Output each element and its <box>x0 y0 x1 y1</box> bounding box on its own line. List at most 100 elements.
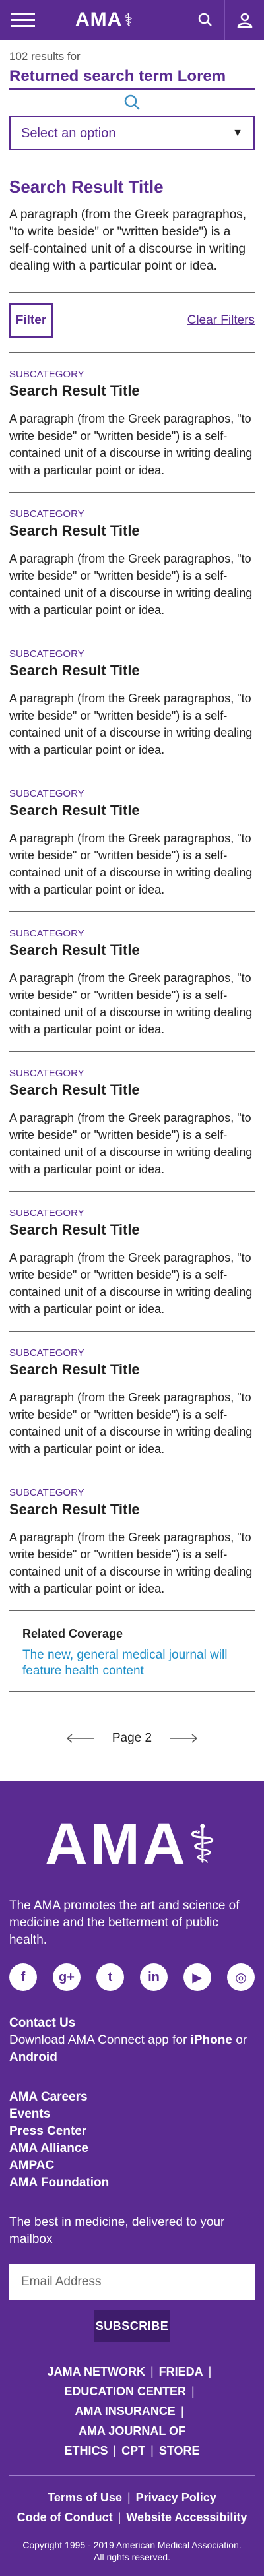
results-count: 102 results for <box>9 50 81 63</box>
list-item: SUBCATEGORY Search Result Title A paragr… <box>9 632 255 772</box>
facebook-icon[interactable]: f <box>9 1963 37 1991</box>
app-download-prefix: Download AMA Connect app for <box>9 2033 191 2047</box>
footer-link-alliance[interactable]: AMA Alliance <box>9 2140 255 2157</box>
legal-links: Terms of Use | Privacy Policy Code of Cond… <box>9 2488 255 2527</box>
user-icon <box>237 13 252 28</box>
google-plus-icon[interactable]: g+ <box>53 1963 81 1991</box>
related-coverage: Related Coverage The new, general medica… <box>9 1627 255 1692</box>
search-icon <box>198 13 212 26</box>
footer-link-press-center[interactable]: Press Center <box>9 2123 255 2140</box>
legal-row: Code of Conduct | Website Accessibility <box>9 2507 255 2527</box>
list-item: SUBCATEGORY Search Result Title A paragr… <box>9 1471 255 1611</box>
ama-logo[interactable]: AMA ⚕ <box>75 9 133 31</box>
filter-button[interactable]: Filter <box>9 303 53 338</box>
separator: | <box>180 2405 184 2418</box>
publication-row: AMA JOURNAL OF ETHICS | CPT | STORE <box>9 2421 255 2461</box>
header-account-button[interactable] <box>224 0 264 40</box>
results-list: SUBCATEGORY Search Result Title A paragr… <box>0 353 264 1611</box>
caret-down-icon: ▼ <box>232 127 243 138</box>
result-title[interactable]: Search Result Title <box>9 1082 255 1099</box>
result-subcategory[interactable]: SUBCATEGORY <box>9 1347 255 1359</box>
iphone-link[interactable]: iPhone <box>191 2033 232 2047</box>
result-title[interactable]: Search Result Title <box>9 1501 255 1518</box>
pub-link-store[interactable]: STORE <box>159 2444 200 2457</box>
related-coverage-label: Related Coverage <box>22 1627 123 1640</box>
list-item: SUBCATEGORY Search Result Title A paragr… <box>9 912 255 1052</box>
separator: | <box>117 2511 121 2524</box>
hamburger-icon[interactable] <box>9 0 37 40</box>
arrow-left-icon[interactable] <box>66 1734 95 1743</box>
pub-link-education-center[interactable]: EDUCATION CENTER <box>64 2385 186 2398</box>
youtube-icon[interactable]: ▶ <box>183 1963 211 1991</box>
copyright-line: All rights reserved. <box>94 2552 170 2562</box>
result-title[interactable]: Search Result Title <box>9 802 255 819</box>
footer-link-foundation[interactable]: AMA Foundation <box>9 2174 255 2192</box>
app-download-or: or <box>232 2033 248 2047</box>
privacy-policy-link[interactable]: Privacy Policy <box>136 2491 216 2504</box>
pub-link-ama-insurance[interactable]: AMA INSURANCE <box>75 2405 175 2418</box>
result-title[interactable]: Search Result Title <box>9 522 255 539</box>
search-submit-button[interactable] <box>0 90 264 116</box>
list-item: SUBCATEGORY Search Result Title A paragr… <box>9 1192 255 1332</box>
list-item: SUBCATEGORY Search Result Title A paragr… <box>9 493 255 632</box>
footer-tagline: The AMA promotes the art and science of … <box>9 1899 240 1947</box>
subscribe-button[interactable]: SUBSCRIBE <box>94 2310 170 2342</box>
result-title[interactable]: Search Result Title <box>9 662 255 679</box>
arrow-right-icon[interactable] <box>169 1734 198 1743</box>
pub-link-jama-network[interactable]: JAMA NETWORK <box>48 2365 145 2378</box>
publication-links: JAMA NETWORK | FRIEDA | EDUCATION CENTER | A… <box>9 2362 255 2461</box>
contact-us-link[interactable]: Contact Us <box>9 2015 255 2032</box>
website-accessibility-link[interactable]: Website Accessibility <box>126 2511 247 2524</box>
result-description: A paragraph (from the Greek paragraphos,… <box>9 552 253 617</box>
code-of-conduct-link[interactable]: Code of Conduct <box>17 2511 113 2524</box>
result-description: A paragraph (from the Greek paragraphos,… <box>9 1111 253 1176</box>
result-description: A paragraph (from the Greek paragraphos,… <box>9 971 253 1036</box>
filter-row: Filter Clear Filters <box>0 293 264 338</box>
related-coverage-link[interactable]: The new, general medical journal will fe… <box>22 1648 228 1678</box>
result-title[interactable]: Search Result Title <box>9 1361 255 1378</box>
search-term-field[interactable]: Returned search term Lorem <box>0 67 264 90</box>
twitter-icon[interactable]: t <box>96 1963 124 1991</box>
email-field[interactable] <box>9 2264 255 2300</box>
result-description: A paragraph (from the Greek paragraphos,… <box>9 692 253 756</box>
search-term[interactable]: Returned search term Lorem <box>9 67 255 90</box>
result-description: A paragraph (from the Greek paragraphos,… <box>9 1251 253 1316</box>
footer-link-careers[interactable]: AMA Careers <box>9 2089 255 2106</box>
separator: | <box>208 2365 212 2378</box>
separator: | <box>150 2365 154 2378</box>
result-subcategory[interactable]: SUBCATEGORY <box>9 928 255 939</box>
clear-filters-link[interactable]: Clear Filters <box>187 313 255 328</box>
instagram-icon[interactable]: ◎ <box>227 1963 255 1991</box>
result-title[interactable]: Search Result Title <box>9 942 255 959</box>
linkedin-icon[interactable]: in <box>140 1963 168 1991</box>
result-title[interactable]: Search Result Title <box>9 1221 255 1239</box>
android-link[interactable]: Android <box>9 2050 57 2064</box>
publication-row: EDUCATION CENTER | <box>9 2381 255 2401</box>
footer-link-events[interactable]: Events <box>9 2106 255 2123</box>
header-search-button[interactable] <box>185 0 224 40</box>
publication-row: AMA INSURANCE | <box>9 2401 255 2421</box>
footer-ama-logo[interactable]: AMA ⚕ <box>9 1812 255 1878</box>
result-subcategory[interactable]: SUBCATEGORY <box>9 1487 255 1498</box>
result-subcategory[interactable]: SUBCATEGORY <box>9 1208 255 1219</box>
result-subcategory[interactable]: SUBCATEGORY <box>9 508 255 520</box>
featured-result-description: A paragraph (from the Greek paragraphos,… <box>9 206 255 293</box>
list-item: SUBCATEGORY Search Result Title A paragr… <box>9 1332 255 1471</box>
social-links: f g+ t in ▶ ◎ <box>9 1963 255 1991</box>
footer-link-ampac[interactable]: AMPAC <box>9 2157 255 2174</box>
hamburger-line <box>11 18 35 21</box>
result-title[interactable]: Search Result Title <box>9 383 255 400</box>
footer-links: AMA Careers Events Press Center AMA Alli… <box>9 2089 255 2192</box>
result-subcategory[interactable]: SUBCATEGORY <box>9 1068 255 1079</box>
result-subcategory[interactable]: SUBCATEGORY <box>9 788 255 799</box>
terms-of-use-link[interactable]: Terms of Use <box>48 2491 122 2504</box>
result-subcategory[interactable]: SUBCATEGORY <box>9 369 255 380</box>
pub-link-cpt[interactable]: CPT <box>121 2444 145 2457</box>
pub-link-frieda[interactable]: FRIEDA <box>159 2365 203 2378</box>
sort-select[interactable]: Select an option ▼ <box>9 116 255 150</box>
logo-text: AMA <box>75 9 123 30</box>
featured-result-title[interactable]: Search Result Title <box>9 177 255 197</box>
featured-result: Search Result Title A paragraph (from th… <box>0 150 264 293</box>
result-subcategory[interactable]: SUBCATEGORY <box>9 648 255 659</box>
result-description: A paragraph (from the Greek paragraphos,… <box>9 412 253 477</box>
